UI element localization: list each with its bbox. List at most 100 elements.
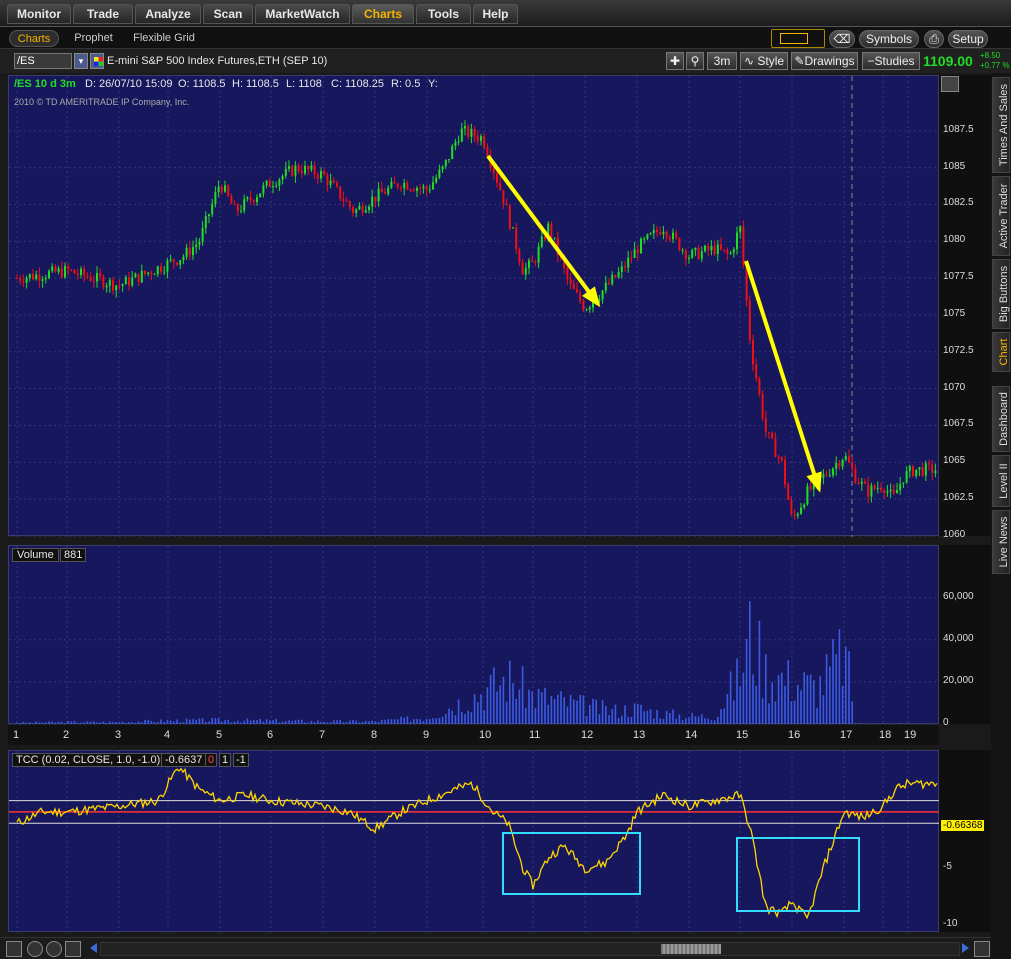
- candle-body: [601, 290, 604, 300]
- side-tab-chart[interactable]: Chart: [992, 332, 1010, 372]
- candle-body: [880, 487, 882, 491]
- candle-body: [467, 126, 470, 137]
- candle-body: [742, 226, 745, 266]
- candle-body: [284, 168, 287, 176]
- candle-body: [371, 196, 374, 207]
- candle-body: [620, 266, 623, 272]
- symbols-button[interactable]: Symbols: [859, 30, 919, 48]
- price-tick-label: 1067.5: [943, 418, 974, 430]
- volume-bar: [531, 691, 533, 724]
- side-tab-times-and-sales[interactable]: Times And Sales: [992, 77, 1010, 173]
- grid-layout-icon[interactable]: [6, 941, 22, 957]
- volume-bar: [208, 721, 210, 724]
- candle-body: [681, 250, 684, 252]
- candle-body: [400, 187, 402, 189]
- style-button[interactable]: ∿ Style: [740, 52, 788, 70]
- volume-bar: [761, 698, 764, 724]
- zoom-out-icon[interactable]: [46, 941, 62, 957]
- volume-bar: [624, 705, 626, 724]
- tcc-panel[interactable]: [8, 750, 940, 933]
- side-tab-live-news[interactable]: Live News: [992, 510, 1010, 574]
- subtab-charts[interactable]: Charts: [9, 30, 59, 47]
- price-panel[interactable]: [8, 75, 940, 537]
- volume-bar: [329, 722, 332, 724]
- candle-body: [518, 249, 521, 263]
- candle-body: [192, 247, 194, 256]
- chart-settings-icon[interactable]: [941, 76, 959, 92]
- volume-panel[interactable]: [8, 545, 940, 725]
- tab-scan[interactable]: Scan: [203, 4, 253, 24]
- volume-bar: [269, 720, 271, 724]
- volume-bar: [361, 722, 364, 724]
- setup-button[interactable]: Setup: [948, 30, 988, 48]
- volume-bar: [729, 671, 732, 724]
- quick-order-field[interactable]: [771, 29, 825, 48]
- tab-marketwatch[interactable]: MarketWatch: [255, 4, 350, 24]
- volume-bar: [83, 722, 85, 724]
- tab-tools[interactable]: Tools: [416, 4, 471, 24]
- volume-bar: [176, 719, 178, 724]
- volume-bar: [454, 715, 457, 724]
- candle-body: [864, 481, 866, 484]
- volume-bar: [771, 682, 773, 724]
- volume-bar: [550, 695, 553, 724]
- link-button[interactable]: ⌫: [829, 30, 855, 48]
- expand-icon[interactable]: [65, 941, 81, 957]
- volume-bar: [352, 720, 354, 724]
- volume-bar: [435, 718, 437, 724]
- zoom-in-icon[interactable]: [27, 941, 43, 957]
- volume-label: Volume: [12, 548, 59, 562]
- symbol-input[interactable]: /ES: [14, 53, 72, 69]
- tab-help[interactable]: Help: [473, 4, 518, 24]
- candle-body: [291, 166, 294, 176]
- volume-bar: [643, 711, 645, 724]
- x-tick-label: 7: [319, 729, 326, 741]
- x-tick-label: 11: [529, 729, 541, 741]
- studies-button[interactable]: −Studies: [862, 52, 920, 70]
- volume-bar: [371, 720, 373, 724]
- candle-body: [752, 340, 754, 365]
- tcc-line: [16, 767, 938, 920]
- order-input-box[interactable]: [780, 33, 808, 44]
- candle-body: [246, 197, 249, 200]
- volume-bar: [605, 706, 607, 724]
- print-button[interactable]: ⎙: [924, 30, 944, 48]
- candle-body: [566, 268, 569, 279]
- scrollbar-thumb[interactable]: [661, 944, 721, 954]
- chart-symbol-period: /ES 10 d 3m: [14, 78, 76, 90]
- volume-bar: [224, 720, 226, 724]
- candle-body: [739, 226, 742, 233]
- subtab-flexible-grid[interactable]: Flexible Grid: [128, 30, 200, 47]
- crosshair-tool-icon[interactable]: ✚: [666, 52, 684, 70]
- subtab-prophet[interactable]: Prophet: [66, 30, 121, 47]
- candle-body: [179, 260, 182, 265]
- timeframe-button[interactable]: 3m: [707, 52, 737, 70]
- volume-bar: [822, 695, 825, 724]
- candle-body: [304, 165, 306, 174]
- volume-bar: [317, 720, 319, 724]
- drawings-button[interactable]: ✎Drawings: [791, 52, 858, 70]
- candle-body: [150, 272, 153, 275]
- tab-analyze[interactable]: Analyze: [135, 4, 201, 24]
- volume-bar: [429, 719, 431, 724]
- candle-body: [528, 260, 530, 268]
- horizontal-scrollbar[interactable]: [100, 942, 960, 956]
- volume-bar: [765, 654, 767, 724]
- tab-monitor[interactable]: Monitor: [7, 4, 71, 24]
- volume-bar: [595, 699, 597, 724]
- scroll-right-icon[interactable]: [962, 943, 969, 953]
- zoom-tool-icon[interactable]: ⚲: [686, 52, 704, 70]
- volume-bar: [720, 709, 722, 724]
- volume-bar: [845, 646, 847, 724]
- volume-bar: [502, 676, 505, 724]
- volume-bar: [665, 710, 668, 724]
- symbol-dropdown-icon[interactable]: ▾: [74, 53, 88, 69]
- volume-bar: [512, 683, 514, 724]
- tab-trade[interactable]: Trade: [73, 4, 133, 24]
- candle-body: [64, 265, 66, 278]
- expand-right-icon[interactable]: [974, 941, 990, 957]
- candle-body: [486, 147, 489, 157]
- volume-bar: [739, 685, 741, 724]
- tab-charts[interactable]: Charts: [352, 4, 414, 24]
- scroll-left-icon[interactable]: [90, 943, 97, 953]
